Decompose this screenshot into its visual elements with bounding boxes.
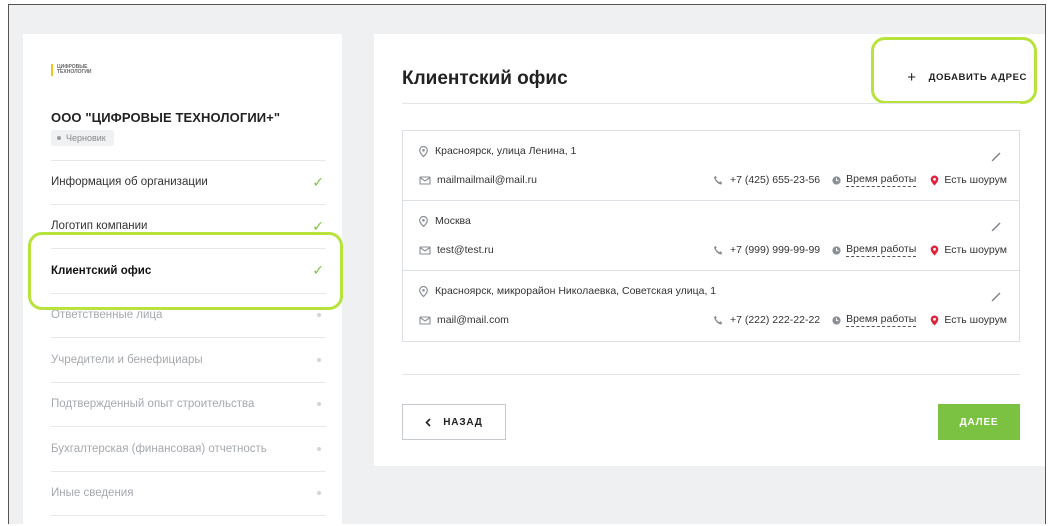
steps-nav: Информация об организации ✓ Логотип комп… [51,160,326,516]
checkmark-icon: ✓ [312,217,324,234]
add-address-label: ДОБАВИТЬ АДРЕС [928,72,1027,83]
address-row: Москва test@test.ru +7 (999) 999-99-99 В… [403,201,1019,271]
sidebar-item-label: Информация об организации [51,176,208,189]
phone-text: +7 (425) 655-23-56 [729,174,821,186]
clock-icon [832,315,841,325]
organization-name: ООО "ЦИФРОВЫЕ ТЕХНОЛОГИИ+" [51,110,281,125]
sidebar-item-label: Ответственные лица [51,309,163,322]
sidebar-item-label: Клиентский офис [51,264,152,277]
checkmark-icon: ✓ [312,173,324,190]
sidebar-item-responsible-persons[interactable]: Ответственные лица [51,294,326,338]
sidebar-item-other-info[interactable]: Иные сведения [51,472,326,516]
phone-text: +7 (999) 999-99-99 [729,244,821,256]
showroom-text: Есть шоурум [944,244,1007,256]
pending-dot-icon [317,313,321,318]
sidebar-item-founders[interactable]: Учредители и бенефициары [51,338,326,383]
divider [402,374,1020,375]
status-badge: Черновик [51,130,114,146]
working-hours-link[interactable]: Время работы [846,313,917,327]
sidebar-item-company-logo[interactable]: Логотип компании ✓ [51,205,326,249]
sidebar-item-label: Подтвержденный опыт строительства [51,398,255,411]
sidebar-item-construction-experience[interactable]: Подтвержденный опыт строительства [51,383,326,427]
pending-dot-icon [317,491,321,496]
add-address-button[interactable]: + ДОБАВИТЬ АДРЕС [907,68,1027,86]
main-panel: Клиентский офис + ДОБАВИТЬ АДРЕС Красноя… [374,34,1045,466]
phone-icon [713,245,723,255]
back-button[interactable]: НАЗАД [402,404,506,440]
clock-icon [832,175,841,185]
next-button-label: ДАЛЕЕ [959,416,999,428]
showroom-text: Есть шоурум [944,314,1007,326]
sidebar-item-client-office[interactable]: Клиентский офис ✓ [51,249,326,294]
edit-pencil-icon[interactable] [989,289,1003,303]
address-text: Красноярск, улица Ленина, 1 [435,145,577,157]
working-hours-link[interactable]: Время работы [846,243,917,257]
address-text: Москва [435,215,471,227]
sidebar-item-financial-reports[interactable]: Бухгалтерская (финансовая) отчетность [51,427,326,472]
address-row: Красноярск, улица Ленина, 1 mailmailmail… [403,131,1019,201]
status-label: Черновик [66,133,106,143]
pending-dot-icon [317,357,321,362]
location-pin-icon [419,215,428,227]
email-text: mailmailmail@mail.ru [437,174,537,186]
address-text: Красноярск, микрорайон Николаевка, Совет… [435,285,717,297]
showroom-pin-icon [931,315,939,325]
logo-text: ЦИФРОВЫЕ ТЕХНОЛОГИИ [57,64,92,75]
pending-dot-icon [317,402,321,407]
company-logo: ЦИФРОВЫЕ ТЕХНОЛОГИИ [51,62,92,78]
location-pin-icon [419,285,428,297]
sidebar-item-label: Иные сведения [51,487,134,500]
sidebar-item-label: Логотип компании [51,220,148,233]
address-list: Красноярск, улица Ленина, 1 mailmailmail… [402,130,1020,342]
mail-icon [419,315,431,325]
back-button-label: НАЗАД [443,416,483,428]
edit-pencil-icon[interactable] [989,219,1003,233]
location-pin-icon [419,145,428,157]
next-button[interactable]: ДАЛЕЕ [938,404,1020,440]
showroom-text: Есть шоурум [944,174,1007,186]
address-row: Красноярск, микрорайон Николаевка, Совет… [403,271,1019,341]
page-title: Клиентский офис [402,68,568,89]
email-text: mail@mail.com [437,314,509,326]
edit-pencil-icon[interactable] [989,149,1003,163]
sidebar-item-organization-info[interactable]: Информация об организации ✓ [51,160,326,205]
sidebar-item-label: Учредители и бенефициары [51,353,203,366]
showroom-pin-icon [931,175,939,185]
sidebar: ЦИФРОВЫЕ ТЕХНОЛОГИИ ООО "ЦИФРОВЫЕ ТЕХНОЛ… [23,34,342,526]
plus-icon: + [907,68,917,86]
sidebar-item-label: Бухгалтерская (финансовая) отчетность [51,442,267,455]
mail-icon [419,245,431,255]
divider [402,103,1020,104]
status-dot-icon [57,136,61,140]
chevron-left-icon [425,417,431,427]
phone-text: +7 (222) 222-22-22 [729,314,821,326]
pending-dot-icon [317,446,321,451]
annotation-highlight-add [871,37,1037,104]
phone-icon [713,175,723,185]
mail-icon [419,175,431,185]
checkmark-icon: ✓ [312,262,324,279]
working-hours-link[interactable]: Время работы [846,173,917,187]
clock-icon [832,245,841,255]
phone-icon [713,315,723,325]
showroom-pin-icon [931,245,939,255]
email-text: test@test.ru [437,244,494,256]
